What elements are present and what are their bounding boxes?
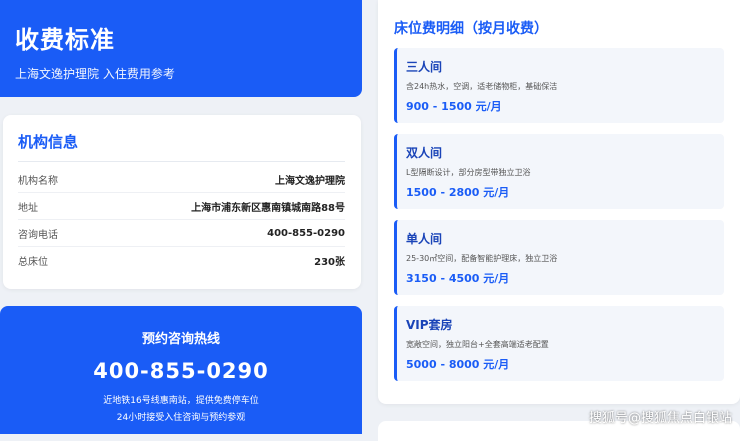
room-name: 单人间 [406, 232, 443, 246]
room-name: 三人间 [406, 60, 443, 74]
room-price: 1500 - 2800 元/月 [406, 186, 510, 199]
info-row-phone: 咨询电话 400-855-0290 [18, 220, 345, 247]
room-description: 宽敞空间，独立阳台+全套高端适老配置 [406, 340, 549, 349]
room-description: 25-30㎡空间，配备智能护理床，独立卫浴 [406, 254, 558, 263]
info-row-beds: 总床位 230张 [18, 247, 345, 273]
info-label: 咨询电话 [18, 229, 58, 241]
info-label: 总床位 [18, 256, 48, 268]
watermark: 搜狐号@搜狐焦点白银站 [588, 411, 732, 426]
page-title: 收费标准 [15, 26, 115, 54]
phone-link[interactable]: 400-855-0290 [267, 228, 345, 239]
page-subtitle: 上海文逸护理院 入住费用参考 [15, 67, 175, 81]
pricing-panel: 床位费明细（按月收费） 三人间 含24h热水，空调，适老储物柜，基础保洁 900… [378, 0, 740, 404]
institution-info-card: 机构信息 机构名称 上海文逸护理院 地址 上海市浦东新区惠南镇城南路88号 咨询… [3, 115, 361, 289]
hotline-number[interactable]: 400-855-0290 [0, 359, 362, 383]
hotline-card: 预约咨询热线 400-855-0290 近地铁16号线惠南站，提供免费停车位 2… [0, 306, 362, 434]
divider [18, 161, 345, 162]
info-value: 上海文逸护理院 [275, 175, 345, 187]
room-price: 900 - 1500 元/月 [406, 100, 502, 113]
info-value: 230张 [314, 256, 345, 268]
room-price: 3150 - 4500 元/月 [406, 272, 510, 285]
hotline-note-transport: 近地铁16号线惠南站，提供免费停车位 [103, 396, 259, 406]
room-card-vip: VIP套房 宽敞空间，独立阳台+全套高端适老配置 5000 - 8000 元/月 [394, 306, 724, 381]
info-label: 机构名称 [18, 175, 58, 187]
info-value: 上海市浦东新区惠南镇城南路88号 [191, 202, 345, 214]
room-card-single: 单人间 25-30㎡空间，配备智能护理床，独立卫浴 3150 - 4500 元/… [394, 220, 724, 295]
room-description: 含24h热水，空调，适老储物柜，基础保洁 [406, 82, 558, 91]
hero-banner: 收费标准 上海文逸护理院 入住费用参考 [0, 0, 362, 97]
room-card-double: 双人间 L型隔断设计，部分房型带独立卫浴 1500 - 2800 元/月 [394, 134, 724, 209]
info-row-address: 地址 上海市浦东新区惠南镇城南路88号 [18, 193, 345, 220]
institution-info-title: 机构信息 [18, 133, 79, 151]
room-description: L型隔断设计，部分房型带独立卫浴 [406, 168, 531, 177]
info-label: 地址 [18, 202, 38, 214]
hotline-title: 预约咨询热线 [141, 332, 220, 347]
pricing-title: 床位费明细（按月收费） [394, 21, 548, 37]
room-name: 双人间 [406, 146, 443, 160]
info-row-name: 机构名称 上海文逸护理院 [18, 166, 345, 193]
room-name: VIP套房 [406, 318, 453, 332]
room-price: 5000 - 8000 元/月 [406, 358, 510, 371]
room-card-triple: 三人间 含24h热水，空调，适老储物柜，基础保洁 900 - 1500 元/月 [394, 48, 724, 123]
hotline-note-hours: 24小时接受入住咨询与预约参观 [116, 413, 246, 423]
